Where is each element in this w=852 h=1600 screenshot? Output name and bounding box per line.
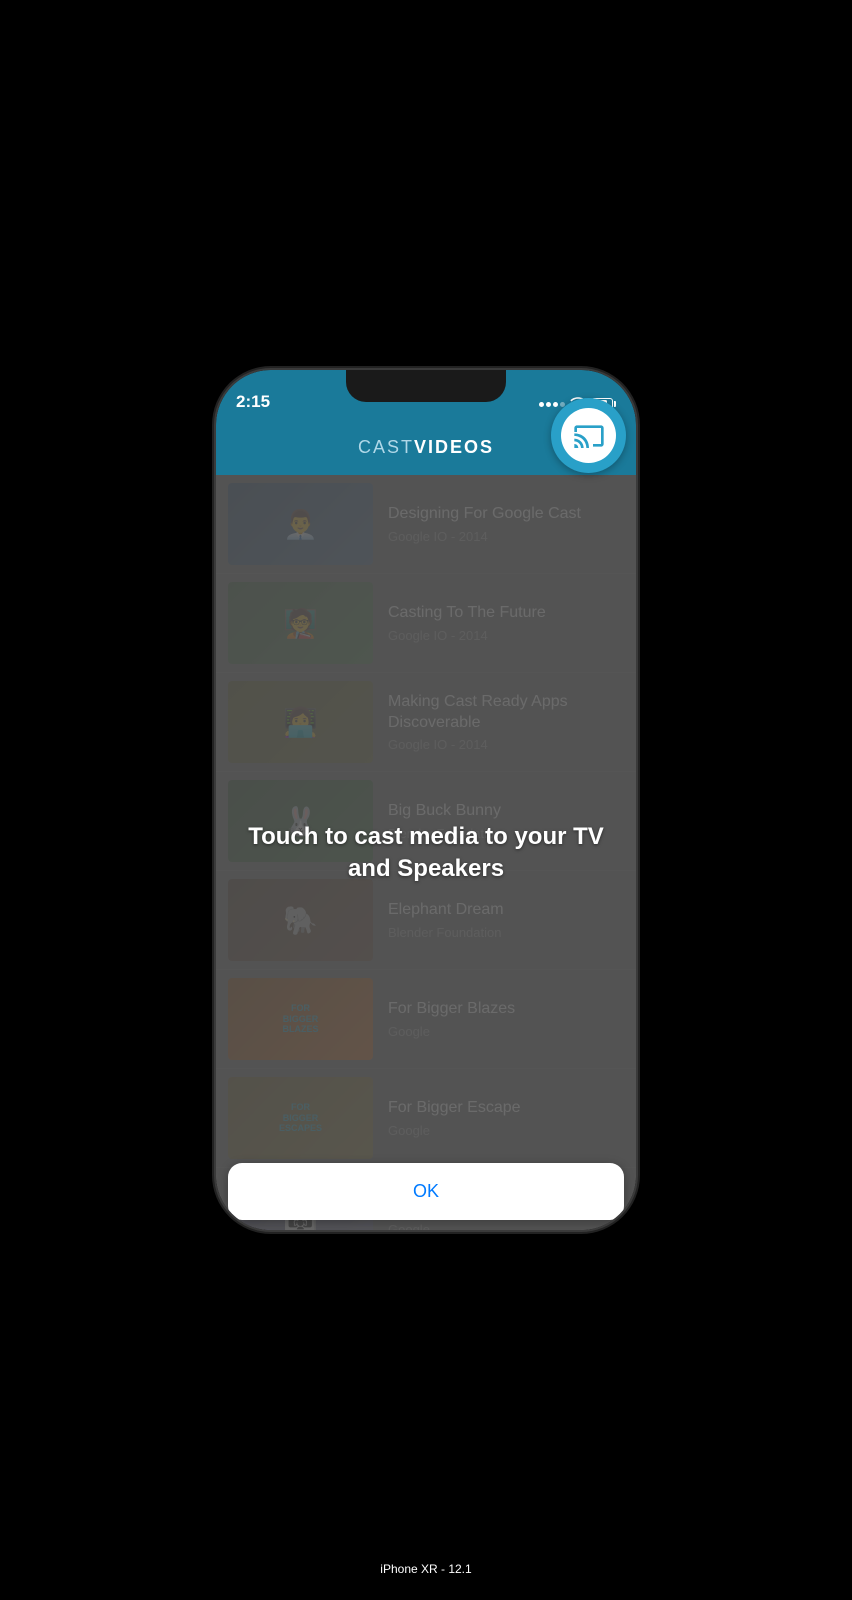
cast-button-container[interactable] (551, 398, 626, 473)
device-label-container: iPhone XR - 12.1 (366, 1558, 485, 1580)
cast-icon (573, 420, 605, 452)
notch (346, 370, 506, 402)
title-bold: VIDEOS (414, 437, 494, 457)
phone-frame: 2:15 (216, 370, 636, 1230)
home-indicator (366, 1215, 486, 1220)
status-time: 2:15 (236, 392, 270, 412)
content-area: 👨‍💼 Designing For Google Cast Google IO … (216, 475, 636, 1230)
app-title: CASTVIDEOS (358, 437, 494, 458)
ok-button[interactable]: OK (228, 1163, 624, 1220)
cast-overlay[interactable]: Touch to cast media to your TV and Speak… (216, 475, 636, 1230)
overlay-message: Touch to cast media to your TV and Speak… (236, 821, 616, 883)
signal-icon (539, 402, 565, 407)
title-light: CAST (358, 437, 414, 457)
device-label: iPhone XR - 12.1 (366, 1558, 485, 1580)
cast-button-inner (561, 408, 616, 463)
phone-screen: 2:15 (216, 370, 636, 1230)
